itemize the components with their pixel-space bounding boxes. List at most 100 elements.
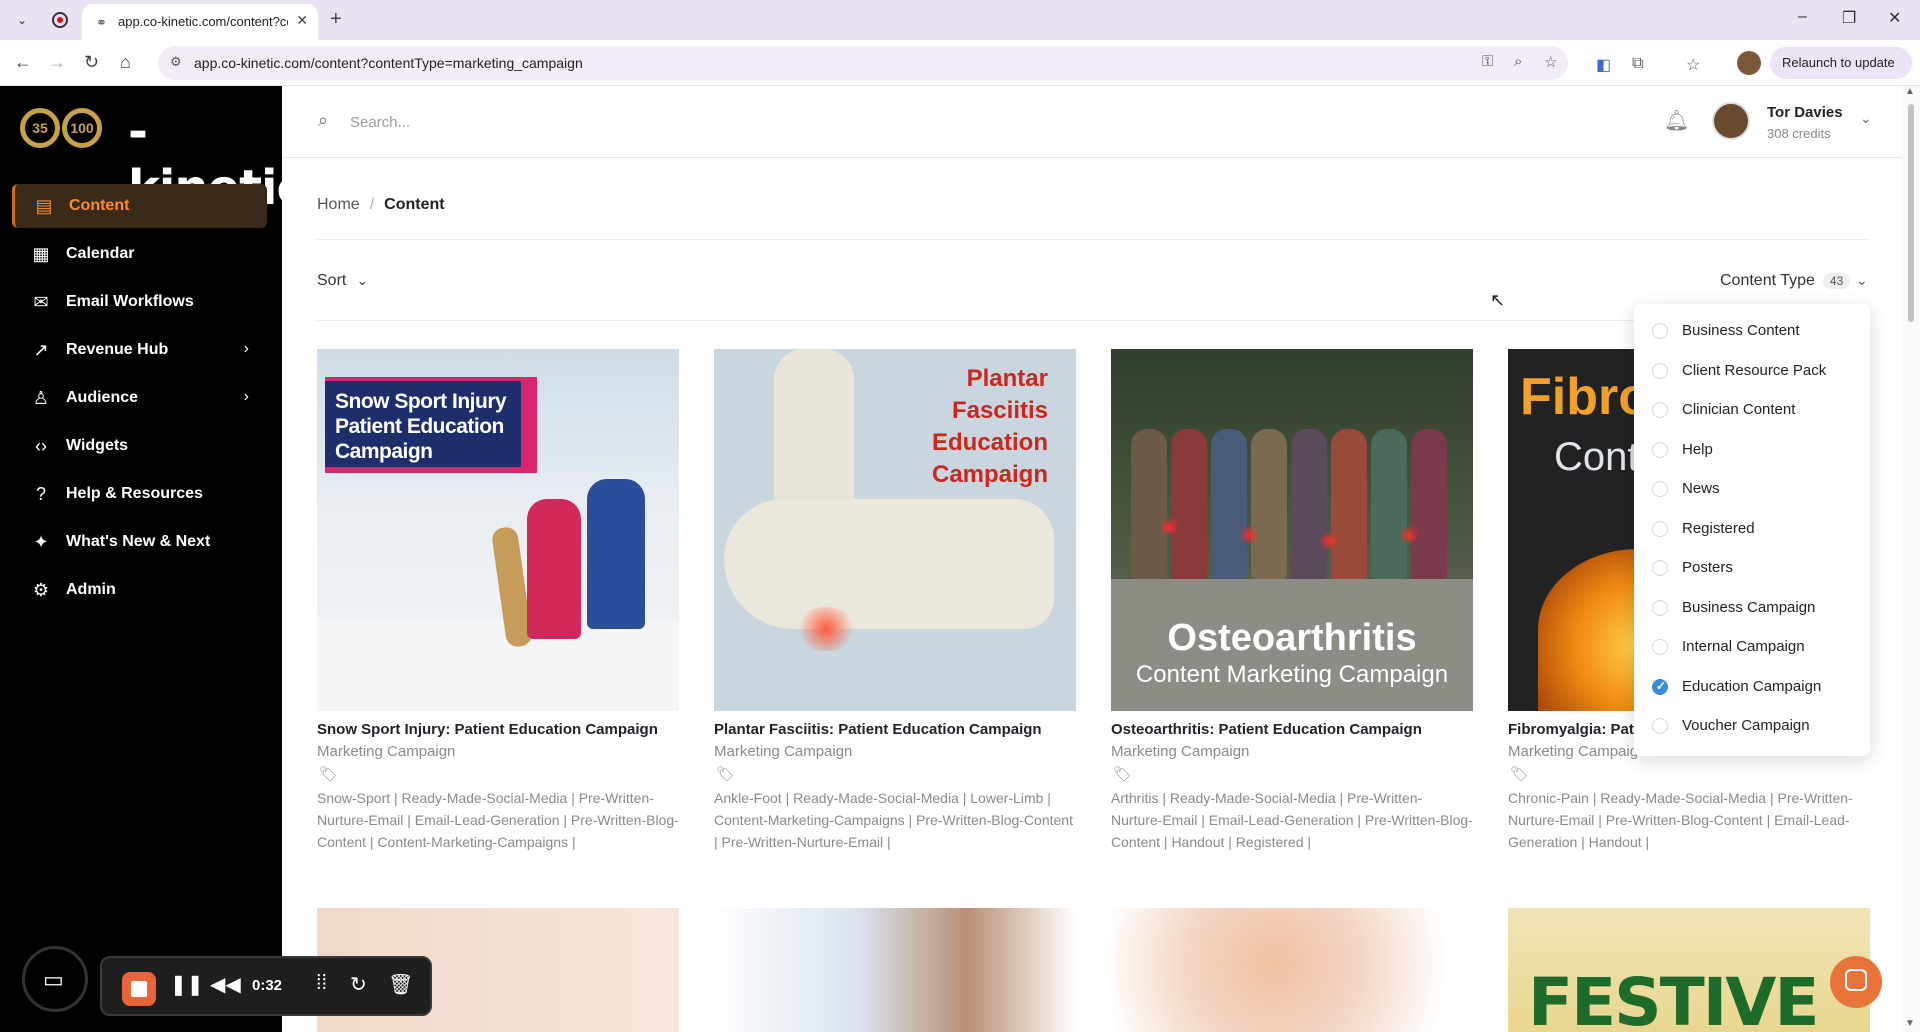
chat-support-button[interactable]	[1830, 956, 1882, 1008]
card-title[interactable]: Osteoarthritis: Patient Education Campai…	[1111, 721, 1473, 738]
reload-icon[interactable]: ↻	[84, 52, 99, 73]
option-education-campaign[interactable]: Education Campaign	[1634, 668, 1870, 706]
home-icon[interactable]: ⌂	[120, 52, 131, 73]
option-clinician-content[interactable]: Clinician Content	[1634, 391, 1870, 429]
card-title[interactable]: Plantar Fasciitis: Patient Education Cam…	[714, 721, 1076, 738]
option-voucher-campaign[interactable]: Voucher Campaign	[1634, 707, 1870, 745]
breadcrumb-home[interactable]: Home	[317, 196, 360, 213]
close-tab-icon[interactable]: ✕	[296, 12, 308, 29]
card-thumbnail[interactable]	[714, 908, 1076, 1032]
sidebar-item-admin[interactable]: ⚙ Admin	[12, 568, 267, 612]
content-card[interactable]	[1111, 908, 1473, 1032]
avatar[interactable]	[1712, 102, 1750, 140]
person-shape	[1211, 429, 1247, 579]
bookmarks-icon[interactable]: ☆	[1686, 55, 1700, 75]
card-thumbnail[interactable]: FESTIVE	[1508, 908, 1870, 1032]
extension-icon[interactable]: ◧	[1596, 55, 1611, 75]
sidebar-item-content[interactable]: ▤ Content	[12, 184, 267, 228]
sidebar-item-revenue-hub[interactable]: ↗ Revenue Hub ›	[12, 328, 267, 372]
restart-icon[interactable]: ↻	[350, 972, 367, 997]
scroll-up-arrow-icon[interactable]: ▲	[1905, 86, 1915, 97]
card-thumbnail[interactable]: Plantar Fasciitis Education Campaign	[714, 349, 1076, 711]
skier-pink-shape	[527, 499, 581, 639]
tab-search-chevron-icon[interactable]: ⌄	[12, 10, 32, 30]
card-thumbnail[interactable]	[1111, 908, 1473, 1032]
breadcrumb-current: Content	[384, 196, 445, 213]
card-thumbnail[interactable]: Snow Sport Injury Patient Education Camp…	[317, 349, 679, 711]
option-internal-campaign[interactable]: Internal Campaign	[1634, 628, 1870, 666]
new-tab-icon[interactable]: +	[330, 8, 342, 31]
back-icon[interactable]: ←	[14, 52, 32, 73]
card-tags: Chronic-Pain | Ready-Made-Social-Media |…	[1508, 790, 1853, 850]
bookmark-star-icon[interactable]: ☆	[1544, 53, 1557, 71]
content-card[interactable]: Snow Sport Injury Patient Education Camp…	[317, 349, 679, 850]
sidebar-item-audience[interactable]: ♙ Audience ›	[12, 376, 267, 420]
radio-button[interactable]	[1652, 600, 1668, 616]
trash-icon[interactable]: 🗑︎	[388, 972, 413, 997]
co-kinetic-logo[interactable]: 35 100 -kinetic	[20, 104, 305, 216]
content-card[interactable]: Osteoarthritis Content Marketing Campaig…	[1111, 349, 1473, 850]
option-posters[interactable]: Posters	[1634, 549, 1870, 587]
stop-recording-button[interactable]	[122, 972, 156, 1006]
radio-button[interactable]	[1652, 323, 1668, 339]
content-card[interactable]	[714, 908, 1076, 1032]
option-label: Internal Campaign	[1682, 638, 1805, 655]
sidebar-item-label: Revenue Hub	[66, 341, 169, 358]
chevron-down-icon[interactable]: ⌄	[1860, 110, 1872, 127]
radio-button[interactable]	[1652, 402, 1668, 418]
camera-bubble[interactable]: ▭	[22, 946, 88, 1012]
sidebar-item-whats-new[interactable]: ✦ What's New & Next	[12, 520, 267, 564]
gear-icon: ⚙	[32, 580, 50, 600]
search-input[interactable]	[350, 108, 850, 136]
option-business-campaign[interactable]: Business Campaign	[1634, 589, 1870, 627]
radio-button-checked[interactable]	[1652, 679, 1668, 695]
sidebar-item-email-workflows[interactable]: ✉ Email Workflows	[12, 280, 267, 324]
option-help[interactable]: Help	[1634, 431, 1870, 469]
user-name[interactable]: Tor Davies	[1767, 104, 1843, 121]
option-business-content[interactable]: Business Content	[1634, 312, 1870, 350]
pause-icon[interactable]: ❚❚	[170, 972, 204, 997]
browser-profile-avatar[interactable]	[1737, 51, 1761, 75]
tag-icon: 🏷︎	[1113, 766, 1133, 783]
grid-icon[interactable]: ⁞⁞	[316, 972, 327, 995]
sidebar-item-help[interactable]: ? Help & Resources	[12, 472, 267, 516]
content-card[interactable]: Plantar Fasciitis Education Campaign Pla…	[714, 349, 1076, 850]
tag-icon: 🏷︎	[716, 766, 736, 783]
scroll-down-arrow-icon[interactable]: ▼	[1905, 1018, 1915, 1029]
radio-button[interactable]	[1652, 560, 1668, 576]
card-title[interactable]: Snow Sport Injury: Patient Education Cam…	[317, 721, 679, 738]
sidebar-item-widgets[interactable]: ‹› Widgets	[12, 424, 267, 468]
card-tags: Arthritis | Ready-Made-Social-Media | Pr…	[1111, 790, 1473, 850]
rewind-icon[interactable]: ◀◀	[210, 972, 241, 997]
radio-button[interactable]	[1652, 442, 1668, 458]
bell-icon[interactable]: 🔔︎	[1664, 108, 1689, 133]
option-registered[interactable]: Registered	[1634, 510, 1870, 548]
password-key-icon[interactable]: ⚿	[1482, 53, 1493, 70]
relaunch-button[interactable]: Relaunch to update ⋮	[1770, 47, 1912, 102]
chevron-right-icon: ›	[243, 388, 249, 405]
minimize-icon[interactable]: –	[1798, 8, 1807, 26]
address-bar[interactable]: ⚙ app.co-kinetic.com/content?contentType…	[158, 46, 1568, 80]
content-type-dropdown[interactable]: Content Type 43	[1720, 272, 1851, 290]
restore-icon[interactable]: ❐	[1842, 8, 1856, 28]
radio-button[interactable]	[1652, 363, 1668, 379]
scrollbar-thumb[interactable]	[1908, 104, 1914, 322]
browser-tab[interactable]: ⚭ app.co-kinetic.com/content?co ✕	[82, 4, 318, 40]
content-card[interactable]: FESTIVE	[1508, 908, 1870, 1032]
site-info-icon[interactable]: ⚙	[170, 54, 182, 70]
extensions-puzzle-icon[interactable]: ⧉	[1632, 55, 1643, 73]
option-news[interactable]: News	[1634, 470, 1870, 508]
zoom-icon[interactable]: ⌕	[1514, 53, 1522, 70]
close-window-icon[interactable]: ✕	[1888, 8, 1901, 28]
sidebar-item-calendar[interactable]: ▦ Calendar	[12, 232, 267, 276]
radio-button[interactable]	[1652, 521, 1668, 537]
chevron-down-icon[interactable]: ⌄	[1856, 272, 1868, 289]
sort-dropdown[interactable]: Sort ⌄	[317, 272, 368, 290]
radio-button[interactable]	[1652, 639, 1668, 655]
radio-button[interactable]	[1652, 481, 1668, 497]
option-client-resource-pack[interactable]: Client Resource Pack	[1634, 352, 1870, 390]
card-thumbnail[interactable]: Osteoarthritis Content Marketing Campaig…	[1111, 349, 1473, 711]
radio-button[interactable]	[1652, 718, 1668, 734]
recording-toolbar: ❚❚ ◀◀ 0:32 ⁞⁞ ↻ 🗑︎	[100, 956, 432, 1016]
forward-icon[interactable]: →	[48, 52, 66, 73]
